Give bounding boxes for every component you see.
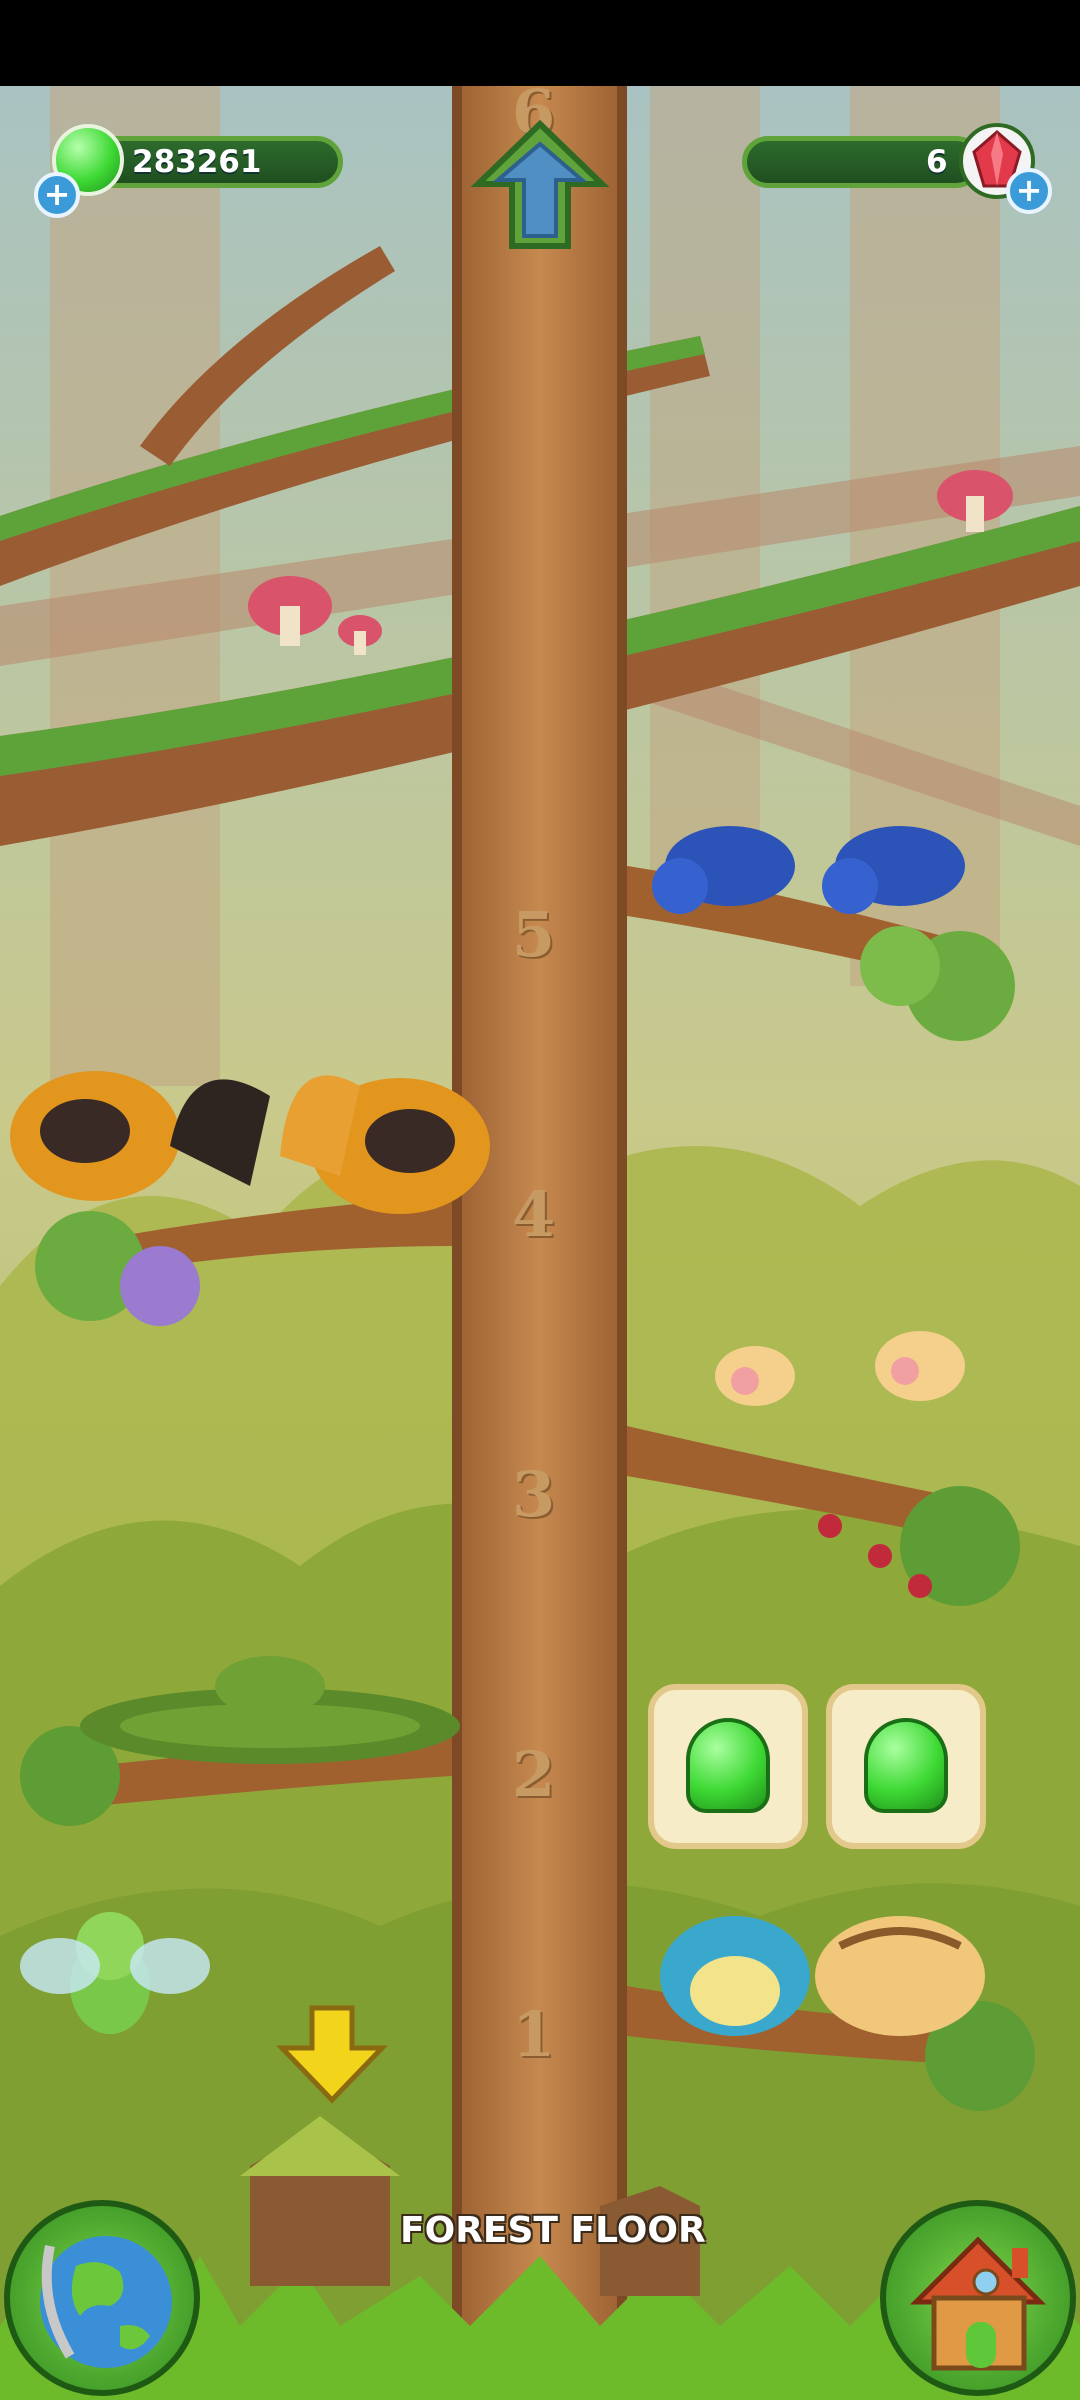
slime-icon — [686, 1718, 770, 1813]
scroll-down-button[interactable] — [272, 2004, 392, 2104]
level-number-3: 3 — [512, 1458, 556, 1531]
house-icon — [909, 2236, 1047, 2371]
up-arrow-icon — [470, 119, 610, 249]
collect-slime-bubble[interactable] — [826, 1684, 986, 1849]
down-arrow-icon — [276, 2005, 388, 2104]
world-map-button[interactable] — [4, 2200, 200, 2396]
status-bar — [0, 0, 1080, 86]
slime-count: 283261 — [132, 144, 262, 180]
home-button[interactable] — [880, 2200, 1076, 2396]
slime-icon — [864, 1718, 948, 1813]
scroll-up-button[interactable] — [470, 118, 610, 256]
forest-floor-label: FOREST FLOOR — [400, 2210, 706, 2251]
chipmunk-creature — [815, 1916, 985, 2036]
level-number-1: 1 — [512, 1998, 556, 2071]
collect-slime-bubble[interactable] — [648, 1684, 808, 1849]
add-gem-button[interactable]: + — [1006, 168, 1052, 214]
level-number-4: 4 — [512, 1178, 556, 1251]
game-scene: 6 5 4 3 2 1 FOREST FLOOR — [0, 86, 1080, 2400]
globe-icon — [40, 2236, 172, 2368]
gem-count: 6 — [926, 144, 948, 180]
level-number-2: 2 — [512, 1738, 556, 1811]
frog-creature — [660, 1916, 810, 2036]
add-slime-button[interactable]: + — [34, 172, 80, 218]
level-number-5: 5 — [512, 898, 556, 971]
